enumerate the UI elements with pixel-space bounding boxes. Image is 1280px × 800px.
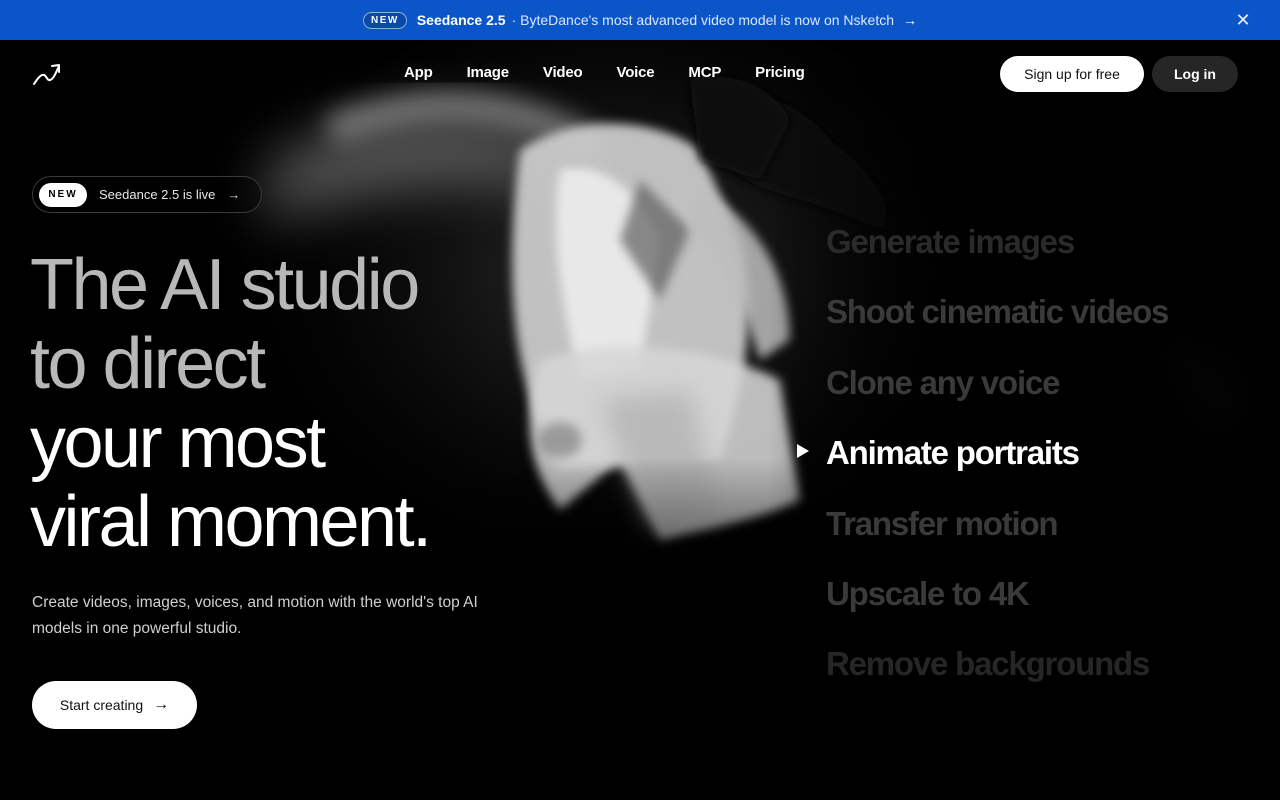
feature-list: Generate images Shoot cinematic videos C… <box>826 220 1169 713</box>
badge-text: Seedance 2.5 is live <box>99 187 216 202</box>
login-button[interactable]: Log in <box>1152 56 1238 92</box>
announcement-badge[interactable]: NEW Seedance 2.5 is live → <box>32 176 262 213</box>
feature-item[interactable]: Upscale to 4K <box>826 572 1168 642</box>
feature-item[interactable]: Clone any voice <box>826 361 1168 431</box>
nav-item-video[interactable]: Video <box>531 64 595 81</box>
new-pill: NEW <box>363 11 407 29</box>
headline-line-1: The AI studio <box>30 245 420 325</box>
feature-item[interactable]: Transfer motion <box>826 502 1168 572</box>
signup-button[interactable]: Sign up for free <box>1000 56 1144 92</box>
logo-icon[interactable] <box>32 62 62 86</box>
headline-line-4: viral moment. <box>30 482 432 562</box>
main-nav: App Image Video Voice MCP Pricing <box>392 64 827 81</box>
cta-label: Start creating <box>59 697 144 713</box>
nav-item-app[interactable]: App <box>392 64 445 81</box>
top-nav: App Image Video Voice MCP Pricing Sign u… <box>0 40 1280 108</box>
feature-item[interactable]: Remove backgrounds <box>826 642 1168 712</box>
close-icon[interactable]: ✕ <box>1234 10 1252 30</box>
nav-item-image[interactable]: Image <box>455 64 521 81</box>
feature-item[interactable]: Generate images <box>826 220 1168 290</box>
feature-item[interactable]: Shoot cinematic videos <box>826 290 1169 360</box>
headline-line-2: to direct <box>30 324 266 404</box>
nav-item-mcp[interactable]: MCP <box>676 64 733 81</box>
announcement-banner[interactable]: NEW Seedance 2.5 · ByteDance's most adva… <box>0 0 1280 40</box>
feature-item-active[interactable]: Animate portraits <box>826 431 1168 501</box>
arrow-right-icon: → <box>227 187 241 202</box>
play-icon <box>797 444 809 458</box>
page: NEW Seedance 2.5 · ByteDance's most adva… <box>0 0 1280 800</box>
nav-item-voice[interactable]: Voice <box>605 64 667 81</box>
hero-headline: The AI studio to direct your most viral … <box>30 245 432 562</box>
arrow-right-icon: → <box>153 696 170 713</box>
headline-line-3: your most <box>30 403 326 483</box>
arrow-right-icon[interactable]: → <box>903 12 917 28</box>
nav-item-pricing[interactable]: Pricing <box>743 64 816 81</box>
banner-highlight[interactable]: Seedance 2.5 <box>417 12 506 28</box>
hero-subtitle: Create videos, images, voices, and motio… <box>32 594 478 637</box>
start-creating-button[interactable]: Start creating → <box>32 681 197 729</box>
new-label: NEW <box>39 182 87 207</box>
banner-message[interactable]: · ByteDance's most advanced video model … <box>512 12 894 28</box>
